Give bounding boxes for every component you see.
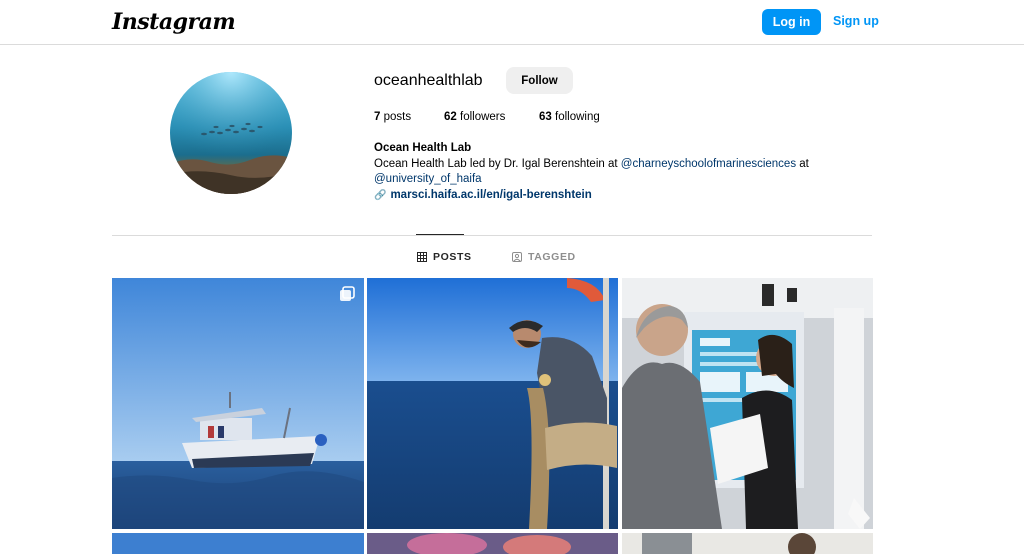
- mention-charneyschool[interactable]: @charneyschoolofmarinesciences: [621, 158, 796, 170]
- grid-icon: [417, 252, 427, 262]
- posts-stat: 7 posts: [374, 111, 411, 123]
- tab-posts[interactable]: POSTS: [417, 251, 472, 263]
- bio-text: Ocean Health Lab led by Dr. Igal Berensh…: [374, 157, 854, 173]
- posts-count: 7: [374, 111, 381, 123]
- active-tab-indicator: [416, 234, 464, 235]
- login-button[interactable]: Log in: [762, 9, 821, 35]
- profile-username: oceanhealthlab: [374, 72, 483, 89]
- following-label: following: [555, 111, 600, 123]
- tab-posts-label: POSTS: [433, 251, 472, 263]
- post-image-researcher: [367, 278, 618, 529]
- tab-tagged-label: TAGGED: [528, 251, 576, 263]
- tab-tagged[interactable]: TAGGED: [512, 251, 576, 263]
- bio-name: Ocean Health Lab: [374, 142, 472, 154]
- followers-label: followers: [460, 111, 506, 123]
- tagged-icon: [512, 252, 522, 262]
- post-image-partial-1: [112, 533, 364, 554]
- post-tile[interactable]: [112, 278, 364, 529]
- followers-stat[interactable]: 62 followers: [444, 111, 505, 123]
- signup-link[interactable]: Sign up: [833, 14, 879, 28]
- bio-website-link[interactable]: marsci.haifa.ac.il/en/igal-berenshtein: [390, 189, 591, 201]
- link-icon: 🔗: [374, 189, 387, 201]
- post-image-poster-session: [622, 278, 873, 529]
- post-tile[interactable]: [622, 278, 873, 529]
- followers-count: 62: [444, 111, 457, 123]
- avatar-image: [170, 72, 292, 194]
- instagram-logo[interactable]: Instagram: [112, 9, 236, 35]
- post-tile[interactable]: [367, 533, 618, 554]
- bio-line1-suffix: at: [796, 157, 809, 170]
- post-tile[interactable]: [367, 278, 618, 529]
- posts-label: posts: [383, 111, 412, 123]
- post-image-partial-2: [367, 533, 618, 554]
- post-tile[interactable]: [112, 533, 364, 554]
- post-tile[interactable]: [622, 533, 873, 554]
- tabs-divider: [112, 235, 872, 236]
- follow-button[interactable]: Follow: [506, 67, 573, 94]
- profile-bio: Ocean Health Lab Ocean Health Lab led by…: [374, 141, 854, 203]
- top-bar: Instagram Log in Sign up: [0, 0, 1024, 45]
- post-image-boat: [112, 278, 364, 529]
- bio-line1-prefix: Ocean Health Lab led by Dr. Igal Berensh…: [374, 157, 621, 170]
- following-count: 63: [539, 111, 552, 123]
- following-stat[interactable]: 63 following: [539, 111, 600, 123]
- profile-avatar[interactable]: [170, 72, 292, 194]
- mention-university[interactable]: @university_of_haifa: [374, 173, 482, 185]
- post-image-partial-3: [622, 533, 873, 554]
